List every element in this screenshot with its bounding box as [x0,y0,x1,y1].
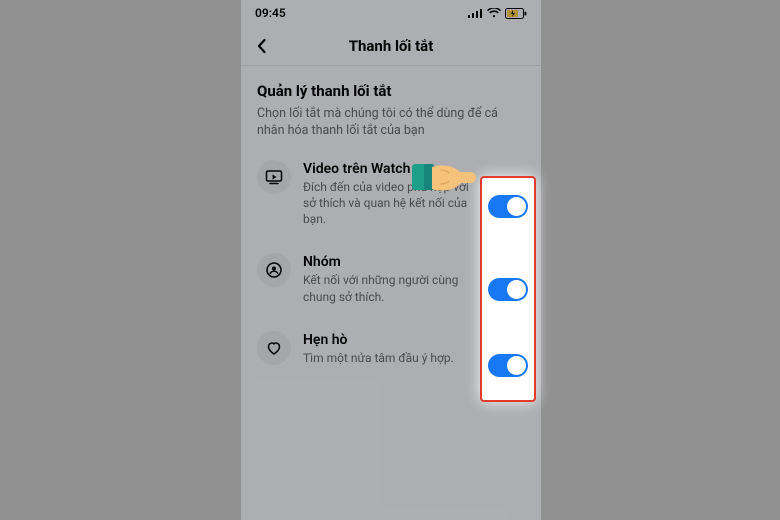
shortcut-body: Nhóm Kết nối với những người cùng chung … [303,253,469,304]
chevron-left-icon [253,37,271,55]
watch-icon [257,160,291,194]
shortcut-title: Hẹn hò [303,332,469,348]
shortcut-body: Hẹn hò Tìm một nửa tâm đầu ý hợp. [303,331,469,366]
heart-icon [265,339,283,357]
status-indicators [468,8,527,19]
toggle-watch[interactable] [488,195,528,218]
section-header: Quản lý thanh lối tắt Chọn lối tắt mà ch… [241,66,541,146]
status-bar: 09:45 [241,0,541,26]
signal-icon [468,8,483,18]
page-title: Thanh lối tắt [349,37,434,55]
tv-play-icon [265,168,283,186]
shortcut-title: Nhóm [303,254,469,270]
section-subtitle: Chọn lối tắt mà chúng tôi có thể dùng để… [257,106,525,140]
status-time: 09:45 [255,6,286,20]
people-icon [265,261,283,279]
back-button[interactable] [251,35,273,57]
shortcut-desc: Kết nối với những người cùng chung sở th… [303,272,469,304]
section-title: Quản lý thanh lối tắt [257,82,525,100]
groups-icon [257,253,291,287]
wifi-icon [487,8,501,18]
page-header: Thanh lối tắt [241,26,541,66]
battery-icon [505,8,527,19]
dating-icon [257,331,291,365]
shortcut-desc: Tìm một nửa tâm đầu ý hợp. [303,350,469,366]
toggle-groups[interactable] [488,278,528,301]
toggle-dating[interactable] [488,354,528,377]
annotation-pointer-hand [410,150,478,208]
